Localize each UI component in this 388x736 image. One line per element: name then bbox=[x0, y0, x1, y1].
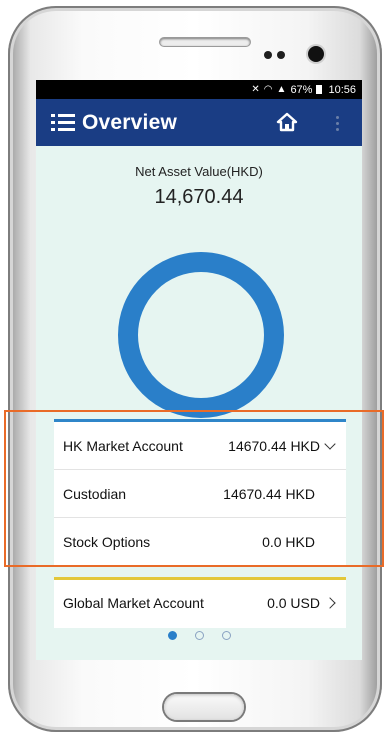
account-name: Global Market Account bbox=[63, 594, 204, 611]
page-indicator bbox=[36, 631, 362, 640]
status-time: 10:56 bbox=[328, 83, 356, 96]
battery-icon bbox=[316, 85, 323, 94]
front-camera bbox=[308, 46, 324, 62]
signal-icon: ▲ bbox=[276, 84, 287, 95]
account-value: 0.0 USD bbox=[267, 594, 320, 611]
more-vert-icon[interactable] bbox=[336, 116, 339, 134]
mute-icon: ✕ bbox=[251, 84, 260, 95]
global-market-card: Global Market Account 0.0 USD bbox=[54, 577, 346, 628]
page-title: Overview bbox=[82, 110, 177, 134]
nav-value: 14,670.44 bbox=[154, 186, 244, 208]
wifi-icon: ◠ bbox=[263, 84, 273, 95]
hardware-home-button[interactable] bbox=[164, 694, 244, 720]
page-dot[interactable] bbox=[194, 631, 204, 640]
hamburger-menu-icon[interactable] bbox=[51, 113, 75, 132]
sensor-dot bbox=[264, 51, 272, 59]
app-screen: ✕ ◠ ▲ 67% 10:56 Overview Net Asset Value… bbox=[36, 80, 362, 660]
highlight-box bbox=[4, 410, 384, 567]
account-row-global-market[interactable]: Global Market Account 0.0 USD bbox=[54, 580, 346, 625]
allocation-donut-chart[interactable] bbox=[118, 252, 284, 418]
chevron-right-icon[interactable] bbox=[324, 596, 336, 609]
app-bar: Overview bbox=[36, 99, 362, 146]
page-dot-active[interactable] bbox=[167, 631, 177, 640]
status-bar: ✕ ◠ ▲ 67% 10:56 bbox=[36, 80, 362, 99]
page-dot[interactable] bbox=[221, 631, 231, 640]
nav-label: Net Asset Value(HKD) bbox=[135, 164, 263, 179]
sensor-dot bbox=[277, 51, 285, 59]
speaker-grille bbox=[160, 38, 250, 46]
battery-percent: 67% bbox=[290, 83, 313, 96]
home-icon[interactable] bbox=[276, 112, 298, 132]
